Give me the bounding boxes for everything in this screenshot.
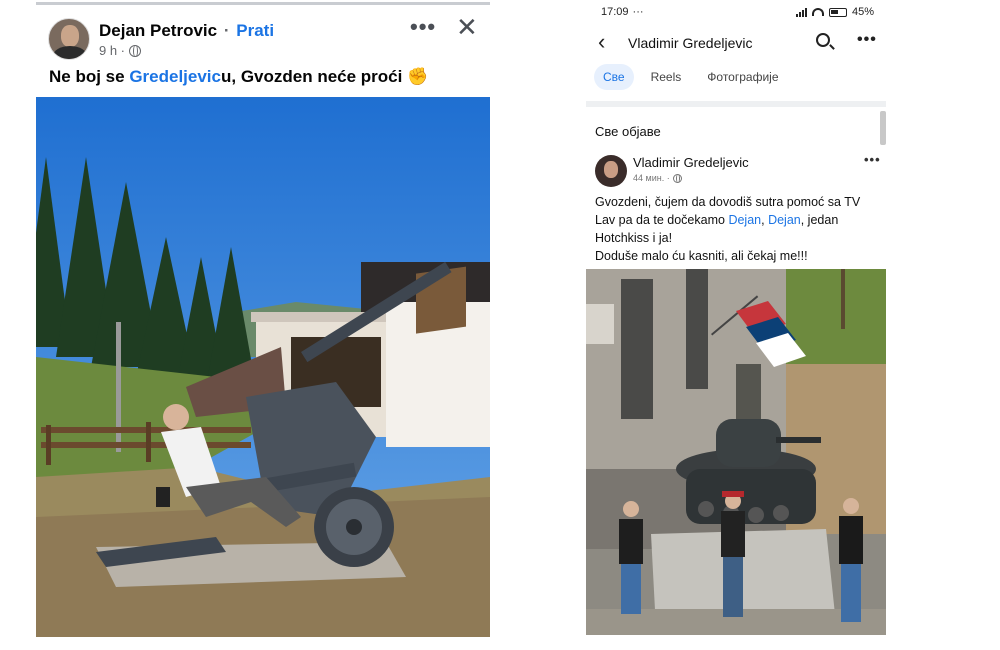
phone-screenshot: 17:09 ··· 45% ‹ Vladimir Gredeljevic •••…: [586, 0, 886, 640]
page-title: Vladimir Gredeljevic: [628, 35, 753, 51]
left-post: Dejan Petrovic · Prati 9 h · ••• ✕ Ne bo…: [36, 0, 490, 640]
status-bar-left: 17:09 ···: [601, 6, 644, 18]
search-icon[interactable]: [816, 33, 830, 47]
post-time[interactable]: 44 мин. ·: [633, 173, 670, 183]
mention-link[interactable]: Dejan: [768, 213, 801, 227]
text: Lav pa da te dočekamo: [595, 213, 729, 227]
profile-tabs: Све Reels Фотографије: [594, 64, 788, 90]
status-dots: ···: [632, 6, 644, 18]
post-line: Hotchkiss i ja!: [595, 231, 673, 245]
section-divider: [586, 101, 886, 107]
globe-icon: [672, 173, 682, 183]
post-line: Gvozdeni, čujem da dovodiš sutra pomoć s…: [595, 195, 861, 209]
tab-photos[interactable]: Фотографије: [698, 64, 787, 90]
tab-reels[interactable]: Reels: [642, 64, 691, 90]
status-bar-right: 45%: [795, 6, 874, 18]
close-icon[interactable]: ✕: [456, 14, 478, 40]
signal-icon: [795, 7, 807, 17]
caption-mention-link[interactable]: Gredeljevic: [129, 67, 221, 86]
follow-button[interactable]: Prati: [236, 21, 274, 40]
post-photo[interactable]: [36, 97, 490, 637]
post-more-icon[interactable]: •••: [864, 152, 881, 167]
battery-icon: [828, 7, 847, 17]
author-name[interactable]: Dejan Petrovic: [99, 21, 217, 40]
caption-text-post: u, Gvozden neće proći ✊: [220, 67, 429, 86]
mention-link[interactable]: Dejan: [728, 213, 761, 227]
tab-all[interactable]: Све: [594, 64, 634, 90]
screenshot-collage: Dejan Petrovic · Prati 9 h · ••• ✕ Ne bo…: [0, 0, 1000, 650]
post-meta: 44 мин. ·: [633, 173, 682, 183]
globe-icon: [129, 44, 142, 57]
more-options-icon[interactable]: •••: [857, 31, 877, 49]
divider: [36, 2, 490, 5]
status-time: 17:09: [601, 6, 629, 18]
post-author[interactable]: Vladimir Gredeljevic: [633, 155, 749, 170]
post-photo[interactable]: [586, 269, 886, 635]
post-author-line: Dejan Petrovic · Prati: [99, 21, 274, 41]
scrollbar[interactable]: [880, 111, 886, 145]
post-meta: 9 h ·: [99, 43, 142, 58]
photo-man-with-cannon: [36, 97, 490, 637]
wifi-icon: [811, 8, 824, 16]
post-line: Lav pa da te dočekamo Dejan, Dejan, jeda…: [595, 211, 880, 229]
section-title: Све објаве: [595, 124, 661, 139]
post-time[interactable]: 9 h ·: [99, 43, 125, 58]
post-text: Gvozdeni, čujem da dovodiš sutra pomoć s…: [595, 193, 880, 265]
separator: ·: [223, 21, 230, 40]
post-caption: Ne boj se Gredeljevicu, Gvozden neće pro…: [49, 67, 428, 87]
photo-tank-monument: [586, 269, 886, 635]
text: , jedan: [800, 213, 839, 227]
caption-text-pre: Ne boj se: [49, 67, 130, 86]
battery-level: 45%: [851, 6, 874, 18]
avatar[interactable]: [48, 18, 90, 60]
post-line: Doduše malo ću kasniti, ali čekaj me!!!: [595, 249, 808, 263]
avatar[interactable]: [595, 155, 627, 187]
back-arrow-icon[interactable]: ‹: [598, 31, 605, 53]
more-options-icon[interactable]: •••: [410, 14, 436, 40]
